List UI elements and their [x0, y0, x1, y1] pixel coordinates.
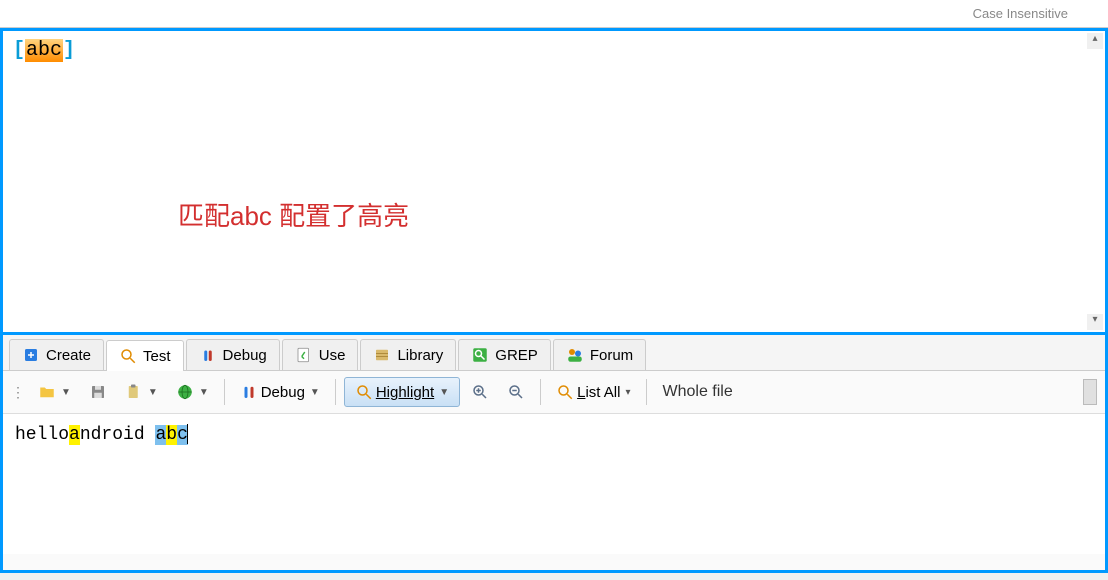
case-option[interactable]: Case Insensitive — [973, 6, 1068, 21]
menu-bar: Case Insensitive — [0, 0, 1108, 28]
debug-button[interactable]: Debug ▼ — [233, 378, 327, 406]
chevron-down-icon: ▼ — [310, 387, 320, 398]
tab-test[interactable]: Test — [106, 340, 184, 371]
list-all-button[interactable]: List All ▾ — [549, 378, 637, 406]
list-all-label: List All — [577, 384, 620, 401]
tab-label: Use — [319, 347, 346, 364]
hl-char: a — [69, 425, 80, 445]
debug-label: Debug — [261, 384, 305, 401]
text-cursor — [187, 424, 188, 444]
chevron-down-icon: ▼ — [439, 387, 449, 398]
matched-text: abc — [25, 39, 63, 62]
separator — [224, 379, 225, 405]
lower-panel: Create Test Debug Use Library — [0, 335, 1108, 573]
save-button[interactable] — [82, 378, 114, 406]
open-folder-button[interactable]: ▼ — [31, 378, 78, 406]
separator — [335, 379, 336, 405]
tab-label: GREP — [495, 347, 538, 364]
chevron-down-icon: ▾ — [625, 387, 630, 398]
scroll-up-icon[interactable]: ▴ — [1087, 33, 1103, 49]
tab-use[interactable]: Use — [282, 339, 359, 370]
highlight-label: Highlight — [376, 384, 434, 401]
scope-label[interactable]: Whole file — [655, 383, 741, 401]
bracket-open: [ — [13, 39, 25, 62]
separator — [646, 379, 647, 405]
web-button[interactable]: ▼ — [169, 378, 216, 406]
tab-label: Create — [46, 347, 91, 364]
text-segment: hello — [15, 425, 69, 445]
bug-icon — [199, 346, 217, 364]
annotation-text: 匹配abc 配置了高亮 — [178, 196, 409, 233]
tab-grep[interactable]: GREP — [458, 339, 551, 370]
search-icon — [119, 347, 137, 365]
text-segment: ndroid — [80, 425, 156, 445]
scroll-down-icon[interactable]: ▾ — [1087, 314, 1103, 330]
zoom-out-button[interactable] — [500, 378, 532, 406]
regex-match-area: [abc] 匹配abc 配置了高亮 ▴ ▾ — [0, 28, 1108, 335]
separator — [540, 379, 541, 405]
highlight-button[interactable]: Highlight ▼ — [344, 377, 460, 407]
tab-debug[interactable]: Debug — [186, 339, 280, 370]
match-result: [abc] — [3, 31, 1105, 70]
tab-bar: Create Test Debug Use Library — [3, 335, 1105, 371]
tab-label: Forum — [590, 347, 633, 364]
grep-icon — [471, 346, 489, 364]
tab-label: Test — [143, 348, 171, 365]
library-icon — [373, 346, 391, 364]
tab-library[interactable]: Library — [360, 339, 456, 370]
chevron-down-icon: ▼ — [61, 387, 71, 398]
toolbar: ⋮ ▼ ▼ ▼ Debug ▼ Highlight ▼ — [3, 371, 1105, 414]
tab-label: Debug — [223, 347, 267, 364]
test-text-editor[interactable]: helloandroid abc — [3, 414, 1105, 554]
chevron-down-icon: ▼ — [199, 387, 209, 398]
hl-char: a — [155, 425, 166, 445]
bracket-close: ] — [63, 39, 75, 62]
use-icon — [295, 346, 313, 364]
scrollbar-thumb[interactable] — [1083, 379, 1097, 405]
paste-button[interactable]: ▼ — [118, 378, 165, 406]
create-icon — [22, 346, 40, 364]
tab-forum[interactable]: Forum — [553, 339, 646, 370]
forum-icon — [566, 346, 584, 364]
tab-create[interactable]: Create — [9, 339, 104, 370]
hl-char: b — [166, 425, 177, 445]
chevron-down-icon: ▼ — [148, 387, 158, 398]
tab-label: Library — [397, 347, 443, 364]
zoom-in-button[interactable] — [464, 378, 496, 406]
